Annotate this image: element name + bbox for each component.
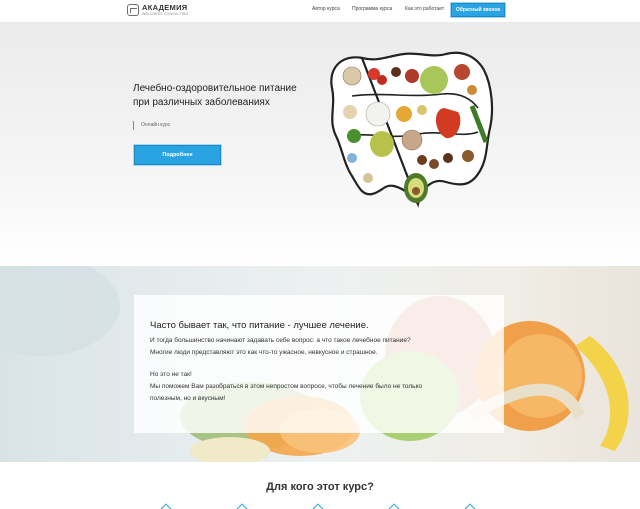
intro-text-line: полезным, но и вкусным! bbox=[150, 395, 226, 402]
audience-title: Для кого этот курс? bbox=[266, 481, 374, 493]
diamond-icon bbox=[236, 503, 248, 509]
intro-text-line: Но это не так! bbox=[150, 371, 192, 378]
logo[interactable]: АКАДЕМИЯ WELLNESS CONSULTING bbox=[127, 4, 189, 16]
nav-link-how-it-works[interactable]: Как это работает bbox=[405, 6, 444, 12]
nav-link-program[interactable]: Программа курса bbox=[352, 6, 392, 12]
diamond-icon bbox=[388, 503, 400, 509]
more-details-button[interactable]: Подробнее bbox=[134, 145, 221, 165]
callback-button[interactable]: Обратный звонок bbox=[451, 3, 505, 17]
intestine-food-illustration bbox=[330, 51, 494, 208]
intro-title: Часто бывает так, что питание - лучшее л… bbox=[150, 320, 369, 331]
hero-title: Лечебно-оздоровительное питание при разл… bbox=[133, 83, 297, 108]
hero-section bbox=[0, 22, 640, 266]
intro-text-line: Многие люди представляют это как что-то … bbox=[150, 349, 378, 356]
diamond-icon bbox=[312, 503, 324, 509]
course-type-label: Онлайн курс bbox=[133, 121, 170, 130]
intro-card bbox=[134, 295, 504, 433]
nav-link-author[interactable]: Автор курса bbox=[312, 6, 340, 12]
diamond-icon bbox=[160, 503, 172, 509]
logo-subtitle: WELLNESS CONSULTING bbox=[142, 11, 189, 16]
site-header: АКАДЕМИЯ WELLNESS CONSULTING Автор курса… bbox=[0, 0, 640, 22]
logo-title: АКАДЕМИЯ bbox=[142, 3, 188, 12]
intro-text-line: И тогда большинство начинают задавать се… bbox=[150, 337, 411, 344]
intro-text-line: Мы поможем Вам разобраться в этом непрос… bbox=[150, 383, 423, 390]
logo-icon bbox=[127, 4, 139, 16]
diamond-icon bbox=[464, 503, 476, 509]
